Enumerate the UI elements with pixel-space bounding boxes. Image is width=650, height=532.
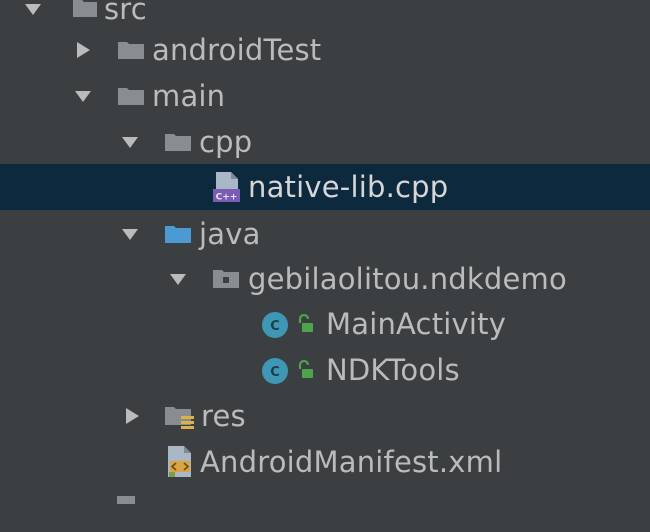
folder-icon xyxy=(117,39,145,61)
tree-item-cpp[interactable]: cpp xyxy=(0,119,650,165)
tree-item-label: cpp xyxy=(199,125,253,159)
tree-item-label: native-lib.cpp xyxy=(248,170,449,204)
tree-item-androidmanifest[interactable]: AndroidManifest.xml xyxy=(0,439,650,485)
chevron-down-icon[interactable] xyxy=(167,268,189,290)
chevron-down-icon[interactable] xyxy=(119,131,141,153)
class-icon: C xyxy=(261,311,289,339)
tree-item-package[interactable]: gebilaolitou.ndkdemo xyxy=(0,256,650,302)
tree-item-androidtest[interactable]: androidTest xyxy=(0,27,650,73)
chevron-right-icon[interactable] xyxy=(72,39,94,61)
unlock-icon xyxy=(295,360,315,380)
chevron-down-icon[interactable] xyxy=(119,223,141,245)
chevron-down-icon[interactable] xyxy=(72,85,94,107)
tree-item-label: MainActivity xyxy=(326,307,507,341)
folder-icon xyxy=(164,131,192,153)
tree-item-label: AndroidManifest.xml xyxy=(200,445,503,479)
tree-item-label: NDKTools xyxy=(326,353,460,387)
project-tree: src androidTest main cpp C++ native-lib.… xyxy=(0,0,650,504)
tree-item-native-lib-cpp[interactable]: C++ native-lib.cpp xyxy=(0,164,650,210)
source-folder-icon xyxy=(164,223,192,245)
tree-item-label: main xyxy=(152,79,226,113)
manifest-file-icon xyxy=(165,445,195,479)
unlock-icon xyxy=(295,314,315,334)
package-icon xyxy=(212,267,240,291)
resource-folder-icon xyxy=(164,404,196,430)
tree-item-label: androidTest xyxy=(152,33,322,67)
svg-text:C: C xyxy=(270,319,280,334)
tree-item-main[interactable]: main xyxy=(0,73,650,119)
folder-icon xyxy=(72,0,98,19)
chevron-right-icon[interactable] xyxy=(121,405,143,427)
chevron-down-icon[interactable] xyxy=(22,0,44,20)
file-icon xyxy=(117,492,137,504)
tree-item-label: res xyxy=(201,399,246,433)
tree-item-partial xyxy=(0,486,650,532)
tree-item-mainactivity[interactable]: C MainActivity xyxy=(0,301,650,347)
tree-item-res[interactable]: res xyxy=(0,393,650,439)
tree-item-ndktools[interactable]: C NDKTools xyxy=(0,347,650,393)
svg-text:C++: C++ xyxy=(216,193,238,203)
tree-item-java[interactable]: java xyxy=(0,211,650,257)
class-icon: C xyxy=(261,357,289,385)
tree-item-label: gebilaolitou.ndkdemo xyxy=(248,262,567,296)
svg-text:C: C xyxy=(270,365,280,380)
cpp-file-icon: C++ xyxy=(212,171,242,203)
folder-icon xyxy=(117,85,145,107)
tree-item-label: java xyxy=(199,217,261,251)
